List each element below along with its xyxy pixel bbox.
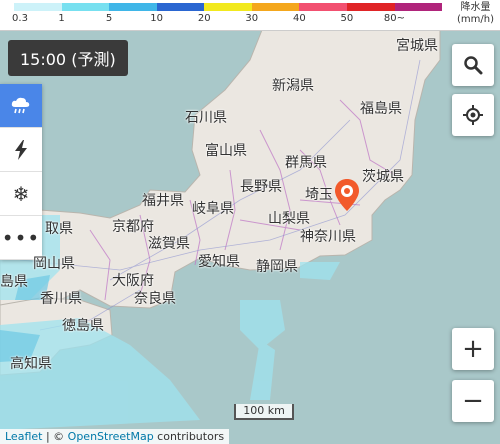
- locate-button[interactable]: [452, 94, 494, 136]
- legend-color-segment: [204, 3, 252, 11]
- search-button[interactable]: [452, 44, 494, 86]
- locate-icon: [463, 105, 483, 125]
- attribution-separator: | ©: [42, 430, 68, 443]
- pref-label: 島県: [0, 274, 28, 290]
- pref-label: 滋賀県: [148, 236, 190, 252]
- layer-rain-button[interactable]: [0, 84, 42, 128]
- pref-label: 香川県: [40, 291, 82, 307]
- search-icon: [464, 56, 483, 75]
- pref-label: 静岡県: [256, 259, 298, 275]
- minus-icon: −: [462, 386, 484, 416]
- legend-tick-label: 0.3: [12, 13, 28, 24]
- pref-label: 茨城県: [362, 169, 404, 185]
- legend-color-segment: [299, 3, 347, 11]
- pref-label: 岡山県: [33, 256, 75, 272]
- pref-label: 神奈川県: [300, 229, 356, 245]
- pref-label: 石川県: [185, 110, 227, 126]
- snowflake-icon: ❄: [12, 181, 30, 206]
- pref-label: 長野県: [240, 179, 282, 195]
- pref-label: 大阪府: [112, 273, 154, 289]
- rain-cloud-icon: [11, 97, 30, 113]
- map-attribution: Leaflet | © OpenStreetMap contributors: [0, 429, 230, 444]
- zoom-in-button[interactable]: +: [452, 328, 494, 370]
- layer-control-panel: ❄ •••: [0, 84, 42, 260]
- lightning-icon: [15, 139, 27, 160]
- legend-color-segment: [251, 3, 300, 11]
- legend-tick-label: 1: [58, 13, 65, 24]
- legend-unit-mm: (mm/h): [457, 14, 494, 25]
- legend-color-segment: [14, 3, 62, 11]
- pref-label: 徳島県: [62, 318, 104, 334]
- pref-label: 岐阜県: [192, 201, 234, 217]
- location-pin-icon[interactable]: [334, 178, 360, 212]
- pref-label: 愛知県: [198, 254, 240, 270]
- legend-ticks: 0.3 1 5 10 20 30 40 50 80~: [0, 13, 460, 27]
- pref-label: 高知県: [10, 356, 52, 372]
- legend-tick-label: 30: [245, 13, 259, 24]
- pref-label: 山梨県: [268, 211, 310, 227]
- pref-label: 福島県: [360, 101, 402, 117]
- more-icon: •••: [1, 225, 41, 250]
- pref-label: 奈良県: [134, 291, 176, 307]
- pref-label: 宮城県: [396, 38, 438, 54]
- legend-tick-label: 50: [340, 13, 354, 24]
- legend-tick-label: 5: [105, 13, 113, 24]
- legend-color-segment: [109, 3, 157, 11]
- legend-unit: 降水量 (mm/h): [457, 2, 494, 26]
- pref-label: 埼玉: [305, 187, 333, 203]
- legend-color-segment: [394, 3, 443, 11]
- legend-tick-label: 10: [150, 13, 164, 24]
- legend-color-segment: [346, 3, 395, 11]
- leaflet-link[interactable]: Leaflet: [5, 430, 42, 443]
- pref-label: 取県: [45, 221, 73, 237]
- plus-icon: +: [462, 334, 484, 364]
- scale-bar: 100 km: [234, 404, 294, 420]
- pref-label: 富山県: [205, 143, 247, 159]
- legend-color-segment: [61, 3, 110, 11]
- zoom-out-button[interactable]: −: [452, 380, 494, 422]
- layer-snow-button[interactable]: ❄: [0, 172, 42, 216]
- legend-color-segment: [156, 3, 205, 11]
- osm-link[interactable]: OpenStreetMap: [68, 430, 154, 443]
- attribution-suffix: contributors: [153, 430, 225, 443]
- pref-label: 群馬県: [285, 155, 327, 171]
- legend-unit-title: 降水量: [460, 2, 491, 13]
- legend-tick-label: 40: [292, 13, 306, 24]
- layer-lightning-button[interactable]: [0, 128, 42, 172]
- legend-tick-label: 80~: [383, 13, 405, 24]
- legend-color-bar: [14, 3, 443, 11]
- pref-label: 新潟県: [272, 78, 314, 94]
- forecast-time-label[interactable]: 15:00 (予測): [8, 40, 128, 76]
- precipitation-legend: 0.3 1 5 10 20 30 40 50 80~ 降水量 (mm/h): [0, 0, 500, 31]
- legend-tick-label: 20: [197, 13, 211, 24]
- pref-label: 福井県: [142, 193, 184, 209]
